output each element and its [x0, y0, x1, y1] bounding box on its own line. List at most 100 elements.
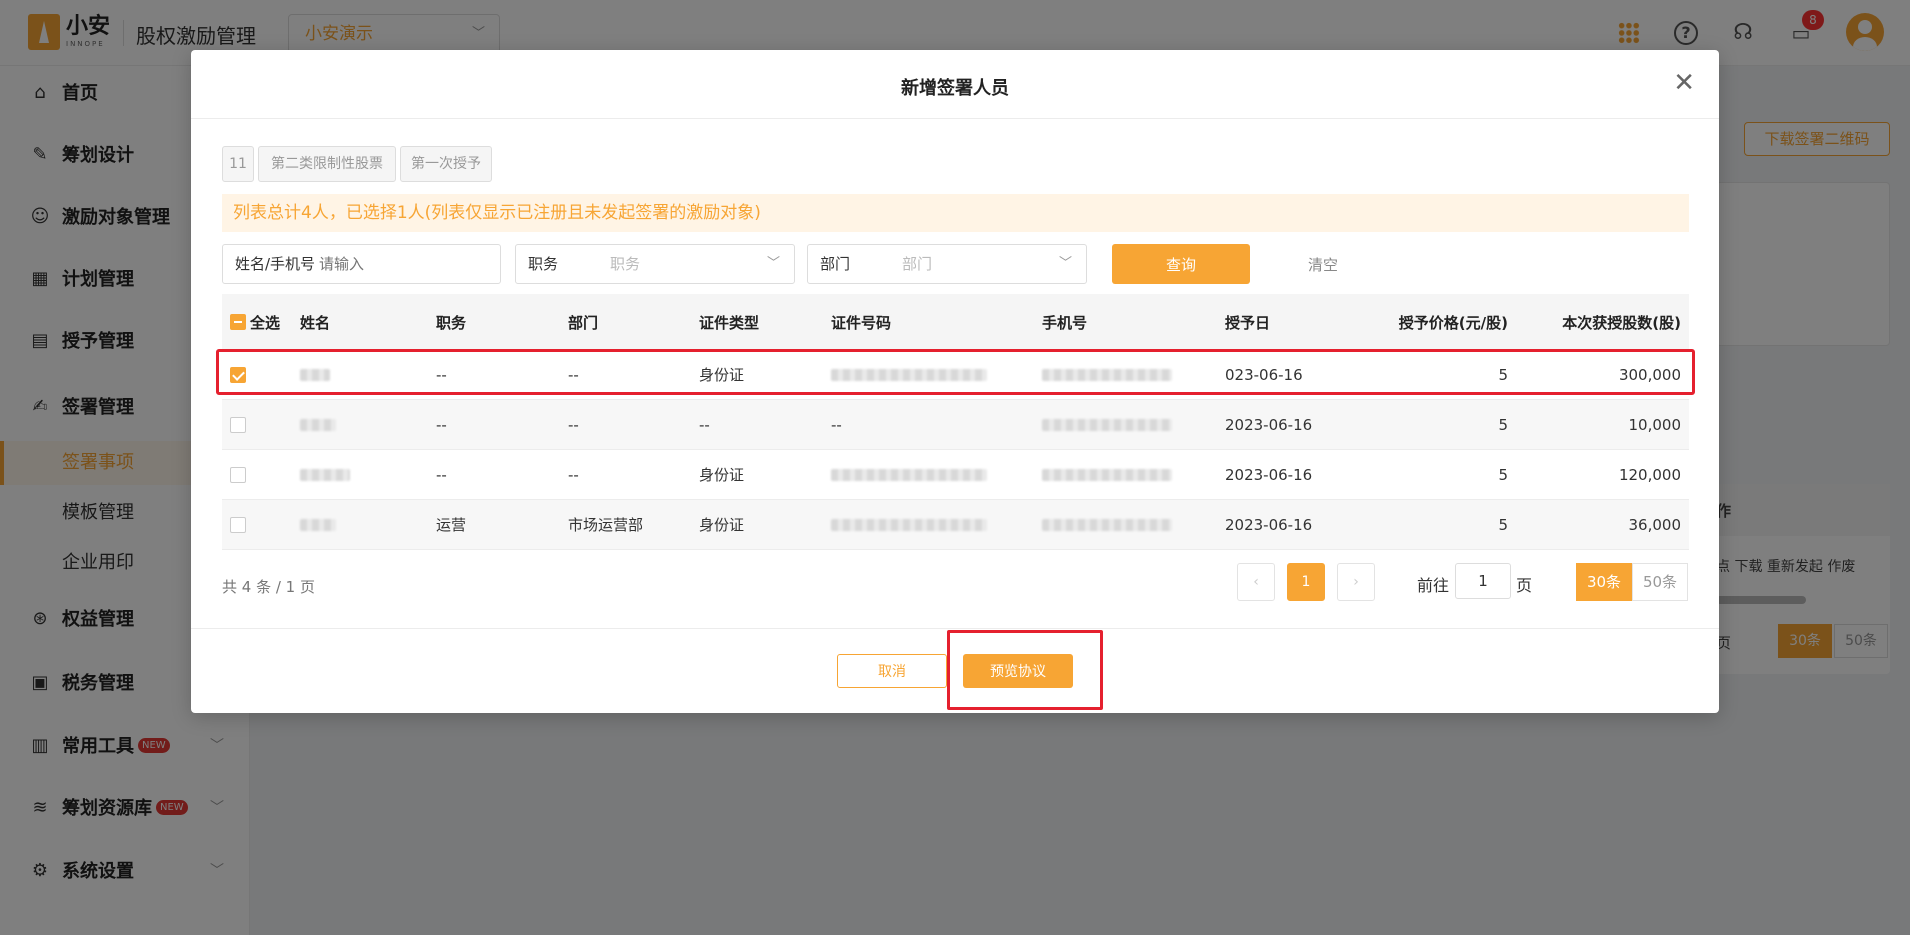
row-checkbox[interactable]	[230, 416, 246, 433]
signer-table: 全选 姓名 职务 部门 证件类型 证件号码 手机号 授予日 授予价格(元/股) …	[222, 294, 1689, 550]
filter-label: 姓名/手机号	[235, 255, 316, 273]
masked-phone	[1042, 468, 1172, 481]
position-cell: 运营	[436, 516, 467, 534]
grant-price-cell: 5	[1498, 365, 1508, 384]
prev-page-button[interactable]: ‹	[1237, 563, 1275, 601]
masked-phone	[1042, 518, 1172, 531]
goto-label: 前往	[1417, 576, 1450, 595]
id-type-cell: 身份证	[699, 466, 745, 484]
department-cell: --	[568, 415, 579, 434]
id-number-cell	[831, 500, 987, 549]
row-checkbox[interactable]	[230, 366, 246, 383]
page-1-button[interactable]: 1	[1287, 563, 1325, 601]
header-id-type: 证件类型	[699, 313, 760, 332]
table-row[interactable]: -- -- 身份证 2023-06-16 5 120,000	[222, 450, 1689, 500]
row-checkbox[interactable]	[230, 466, 246, 483]
dialog-title: 新增签署人员	[901, 78, 1009, 99]
grant-date-cell: 2023-06-16	[1225, 415, 1313, 434]
close-icon[interactable]: ✕	[1673, 68, 1695, 98]
masked-name	[300, 368, 330, 381]
phone-cell	[1042, 500, 1172, 549]
chevron-down-icon: ﹀	[1058, 256, 1072, 271]
header-department: 部门	[568, 313, 599, 332]
grant-price-cell: 5	[1498, 415, 1508, 434]
row-checkbox-cell[interactable]	[230, 450, 246, 499]
cancel-button[interactable]: 取消	[837, 654, 947, 688]
page-size-30[interactable]: 30条	[1576, 563, 1632, 601]
id-type-cell: 身份证	[699, 366, 745, 384]
id-type-cell: --	[699, 415, 710, 434]
tag-grant-round: 第一次授予	[400, 146, 492, 182]
masked-name	[300, 468, 350, 481]
name-cell	[300, 500, 336, 549]
position-placeholder: 职务	[610, 255, 641, 273]
id-number-cell	[831, 450, 987, 499]
table-row[interactable]: -- -- -- -- 2023-06-16 5 10,000	[222, 400, 1689, 450]
header-id-number: 证件号码	[831, 313, 892, 332]
department-cell: --	[568, 465, 579, 484]
masked-id-number	[831, 518, 987, 531]
masked-phone	[1042, 368, 1172, 381]
table-header: 全选 姓名 职务 部门 证件类型 证件号码 手机号 授予日 授予价格(元/股) …	[222, 294, 1689, 350]
name-cell	[300, 450, 350, 499]
preview-agreement-button[interactable]: 预览协议	[963, 654, 1073, 688]
header-name: 姓名	[300, 313, 331, 332]
header-shares: 本次获授股数(股)	[1562, 313, 1681, 332]
table-row[interactable]: 运营 市场运营部 身份证 2023-06-16 5 36,000	[222, 500, 1689, 550]
department-placeholder: 部门	[902, 255, 933, 273]
row-checkbox-cell[interactable]	[230, 500, 246, 549]
position-cell: --	[436, 365, 447, 384]
clear-button[interactable]: 清空	[1288, 244, 1358, 284]
shares-cell: 36,000	[1628, 515, 1682, 534]
grant-date-cell: 2023-06-16	[1225, 465, 1313, 484]
page-jump-input[interactable]	[1455, 563, 1511, 599]
add-signer-dialog: 新增签署人员 ✕ 11 第二类限制性股票 第一次授予 列表总计4人，已选择1人(…	[191, 50, 1719, 713]
page-size-50[interactable]: 50条	[1632, 563, 1688, 601]
dialog-header: 新增签署人员 ✕	[191, 50, 1719, 119]
id-number-cell	[831, 350, 987, 399]
id-number-cell: --	[831, 415, 842, 434]
position-cell: --	[436, 465, 447, 484]
masked-name	[300, 418, 336, 431]
masked-phone	[1042, 418, 1172, 431]
select-all-checkbox[interactable]	[230, 314, 246, 330]
department-cell: --	[568, 365, 579, 384]
phone-cell	[1042, 400, 1172, 449]
header-grant-price: 授予价格(元/股)	[1398, 313, 1508, 332]
id-type-cell: 身份证	[699, 516, 745, 534]
pagination-total: 共 4 条 / 1 页	[222, 578, 315, 596]
position-cell: --	[436, 415, 447, 434]
header-position: 职务	[436, 313, 467, 332]
table-row[interactable]: -- -- 身份证 023-06-16 5 300,000	[222, 350, 1689, 400]
row-checkbox[interactable]	[230, 516, 246, 533]
select-all-label: 全选	[250, 313, 281, 332]
tag-plan-number: 11	[222, 146, 254, 182]
dialog-footer-divider	[191, 628, 1719, 629]
department-select[interactable]: 部门 部门 ﹀	[807, 244, 1087, 284]
name-cell	[300, 400, 336, 449]
grant-price-cell: 5	[1498, 465, 1508, 484]
row-checkbox-cell[interactable]	[230, 400, 246, 449]
name-phone-filter[interactable]: 姓名/手机号	[222, 244, 501, 284]
page-suffix: 页	[1516, 576, 1533, 595]
department-cell: 市场运营部	[568, 516, 644, 534]
next-page-button[interactable]: ›	[1337, 563, 1375, 601]
filter-label: 部门	[820, 255, 851, 273]
shares-cell: 10,000	[1628, 415, 1682, 434]
row-checkbox-cell[interactable]	[230, 350, 246, 399]
shares-cell: 120,000	[1618, 465, 1681, 484]
shares-cell: 300,000	[1618, 365, 1681, 384]
chevron-down-icon: ﹀	[766, 256, 780, 271]
position-select[interactable]: 职务 职务 ﹀	[515, 244, 795, 284]
grant-date-cell: 2023-06-16	[1225, 515, 1313, 534]
name-phone-input[interactable]	[319, 245, 489, 283]
select-all[interactable]: 全选	[230, 294, 280, 350]
phone-cell	[1042, 350, 1172, 399]
query-button[interactable]: 查询	[1112, 244, 1250, 284]
masked-id-number	[831, 368, 987, 381]
grant-date-cell: 023-06-16	[1225, 365, 1303, 384]
phone-cell	[1042, 450, 1172, 499]
selection-notice: 列表总计4人，已选择1人(列表仅显示已注册且未发起签署的激励对象)	[222, 194, 1689, 232]
masked-name	[300, 518, 336, 531]
masked-id-number	[831, 468, 987, 481]
